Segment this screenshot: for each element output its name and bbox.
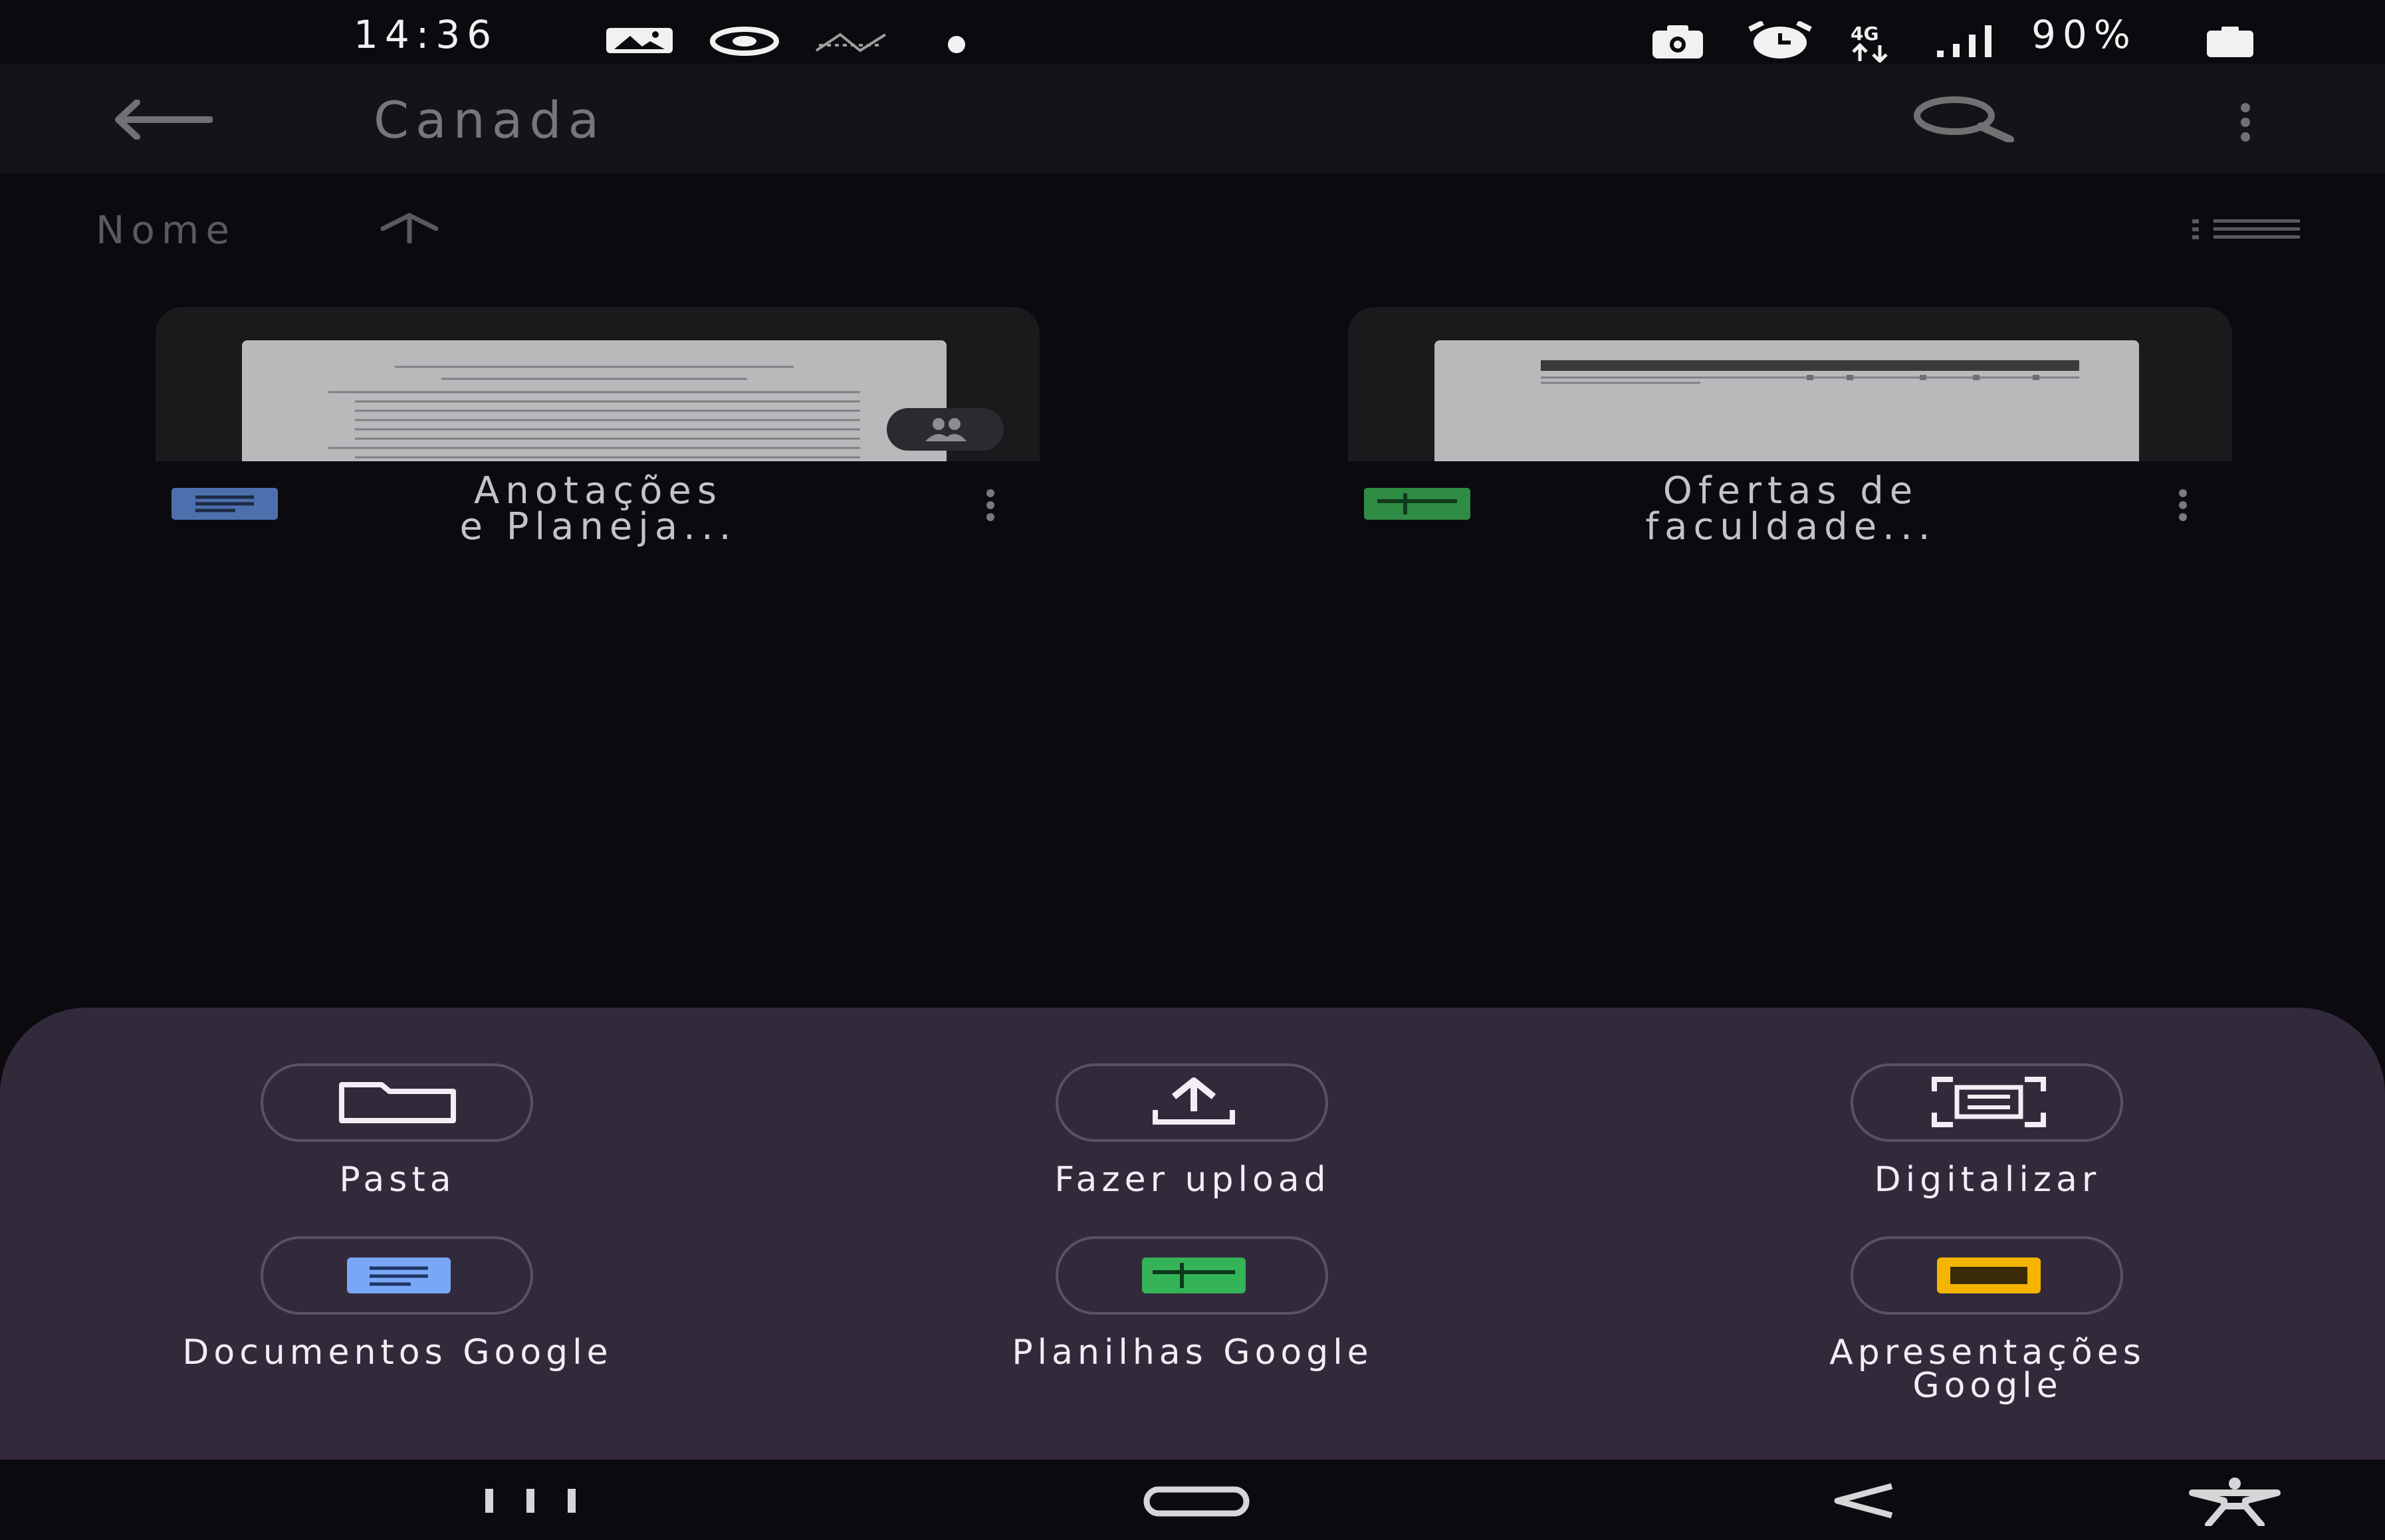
- recents-icon[interactable]: [483, 1487, 578, 1514]
- file-name-line1: Ofertas de: [1662, 469, 1919, 512]
- action-label-line1: Apresentações: [1829, 1333, 2146, 1373]
- arrow-up-icon[interactable]: [378, 213, 441, 243]
- document-lines: [328, 366, 860, 459]
- sort-row: Nome: [0, 199, 2385, 259]
- action-google-sheets[interactable]: Planilhas Google: [795, 1180, 1590, 1406]
- action-scan[interactable]: Digitalizar: [1590, 1008, 2385, 1207]
- action-label: Planilhas Google: [1012, 1333, 1373, 1373]
- action-label: Apresentações Google: [1590, 1333, 2385, 1406]
- file-card[interactable]: Anotações e Planeja...: [153, 307, 1044, 553]
- system-nav-bar: [0, 1460, 2385, 1540]
- shared-badge: [887, 408, 1004, 451]
- file-name-line1: Anotações: [473, 469, 723, 512]
- back-chevron-icon[interactable]: [1832, 1482, 1896, 1519]
- status-time: 14:36: [354, 12, 499, 57]
- action-upload[interactable]: Fazer upload: [795, 1008, 1590, 1207]
- app-bar: Canada: [0, 64, 2385, 173]
- folder-button[interactable]: [261, 1063, 533, 1142]
- file-thumbnail[interactable]: [1348, 307, 2232, 461]
- list-view-icon[interactable]: [2191, 218, 2301, 241]
- action-google-docs[interactable]: Documentos Google: [0, 1180, 795, 1406]
- file-name: Ofertas de faculdade...: [1512, 469, 2070, 548]
- google-sheets-icon: [1364, 488, 1470, 520]
- google-sheets-button[interactable]: [1056, 1236, 1328, 1315]
- status-bar: 14:36 4G 90%: [0, 0, 2385, 64]
- action-folder[interactable]: Pasta: [0, 1008, 795, 1207]
- search-icon[interactable]: [1910, 96, 2017, 142]
- signal-icon: [1937, 25, 1991, 57]
- folder-icon: [339, 1082, 456, 1123]
- more-vert-icon[interactable]: [977, 489, 1004, 521]
- page-title: Canada: [374, 90, 606, 150]
- accessibility-icon[interactable]: [2188, 1477, 2281, 1526]
- action-label: Documentos Google: [182, 1333, 613, 1373]
- google-docs-icon: [347, 1258, 451, 1293]
- google-slides-icon: [1937, 1258, 2041, 1293]
- action-google-slides[interactable]: Apresentações Google: [1590, 1180, 2385, 1420]
- camera-icon: [1652, 25, 1703, 58]
- scan-icon: [1932, 1077, 2046, 1127]
- file-name-line2: e Planeja...: [459, 505, 737, 548]
- battery-icon: [2207, 27, 2253, 57]
- home-icon[interactable]: [1143, 1486, 1250, 1517]
- network-type: 4G: [1851, 23, 1878, 45]
- google-sheets-icon: [1142, 1258, 1246, 1293]
- action-label-line2: Google: [1912, 1366, 2063, 1406]
- upload-icon: [1153, 1077, 1235, 1125]
- more-vert-icon[interactable]: [2232, 102, 2259, 142]
- sync-icon: [710, 27, 779, 56]
- new-item-bottom-sheet: Pasta Fazer upload Digitalizar Documento…: [0, 1008, 2385, 1460]
- upload-button[interactable]: [1056, 1063, 1328, 1142]
- dot-icon: [948, 36, 965, 53]
- google-slides-button[interactable]: [1851, 1236, 2123, 1315]
- sort-label[interactable]: Nome: [96, 207, 236, 253]
- data-arrows-icon: 4G: [1851, 23, 1888, 62]
- spreadsheet-preview: [1434, 340, 2139, 461]
- file-card[interactable]: Ofertas de faculdade...: [1345, 307, 2236, 553]
- scan-button[interactable]: [1851, 1063, 2123, 1142]
- file-name: Anotações e Planeja...: [319, 469, 877, 548]
- alarm-icon: [1748, 21, 1812, 58]
- signal-blocked-icon: [815, 33, 887, 53]
- shared-people-icon: [925, 418, 966, 441]
- arrow-left-icon[interactable]: [113, 100, 213, 140]
- google-docs-button[interactable]: [261, 1236, 533, 1315]
- battery-percent: 90%: [2031, 12, 2137, 57]
- gallery-icon: [606, 28, 673, 53]
- document-preview: [242, 340, 947, 461]
- spreadsheet-lines: [1541, 360, 2079, 384]
- file-name-line2: faculdade...: [1645, 505, 1936, 548]
- more-vert-icon[interactable]: [2170, 489, 2196, 521]
- file-thumbnail[interactable]: [156, 307, 1040, 461]
- google-docs-icon: [171, 488, 278, 520]
